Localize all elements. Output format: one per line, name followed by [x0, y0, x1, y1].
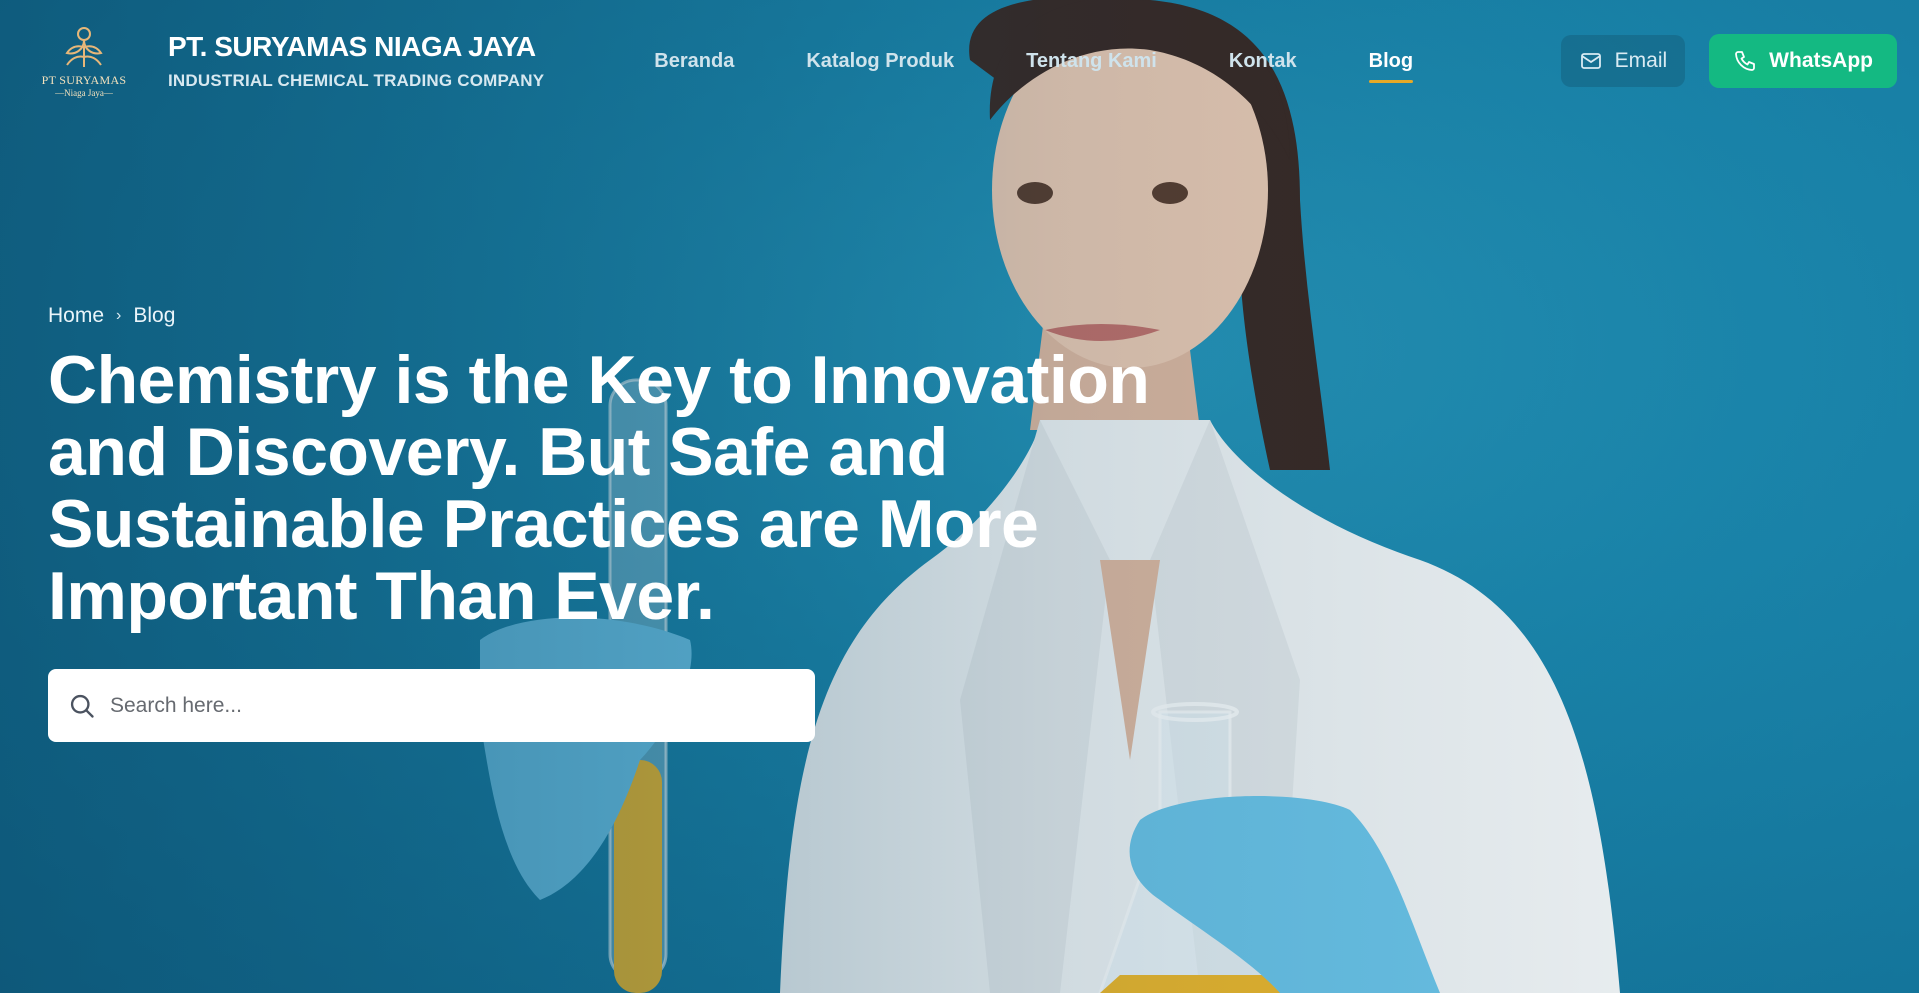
nav-item-katalog-produk[interactable]: Katalog Produk [806, 40, 954, 83]
whatsapp-button[interactable]: WhatsApp [1709, 34, 1897, 88]
search-box [48, 669, 815, 742]
main-nav: Beranda Katalog Produk Tentang Kami Kont… [654, 40, 1414, 83]
header-actions: Email WhatsApp [1560, 34, 1897, 88]
chevron-right-icon: › [116, 307, 122, 324]
nav-item-beranda[interactable]: Beranda [654, 40, 734, 83]
whatsapp-button-label: WhatsApp [1769, 49, 1873, 72]
nav-item-tentang-kami[interactable]: Tentang Kami [1026, 40, 1157, 83]
brand-block: PT. SURYAMAS NIAGA JAYA INDUSTRIAL CHEMI… [168, 31, 544, 91]
site-header: PT SURYAMAS —Niaga Jaya— PT. SURYAMAS NI… [0, 0, 1919, 122]
nav-item-kontak[interactable]: Kontak [1229, 40, 1297, 83]
logo-name: PT SURYAMAS [41, 72, 127, 87]
search-icon [70, 694, 94, 718]
mail-icon [1580, 53, 1601, 69]
brand-title: PT. SURYAMAS NIAGA JAYA [168, 31, 536, 62]
hero-headline: Chemistry is the Key to Innovation and D… [48, 342, 1150, 634]
phone-icon [1735, 51, 1756, 71]
brand-tagline: INDUSTRIAL CHEMICAL TRADING COMPANY [168, 71, 545, 90]
email-button-label: Email [1614, 49, 1668, 72]
breadcrumb-home[interactable]: Home [48, 304, 104, 328]
logo-subtitle: —Niaga Jaya— [55, 87, 113, 98]
email-button[interactable]: Email [1560, 35, 1686, 87]
logo-emblem-icon [65, 26, 103, 67]
breadcrumb: Home › Blog [48, 304, 175, 328]
breadcrumb-current: Blog [133, 304, 176, 327]
nav-item-blog[interactable]: Blog [1368, 40, 1414, 83]
company-logo[interactable]: PT SURYAMAS —Niaga Jaya— [40, 21, 128, 101]
search-input[interactable] [110, 693, 795, 718]
